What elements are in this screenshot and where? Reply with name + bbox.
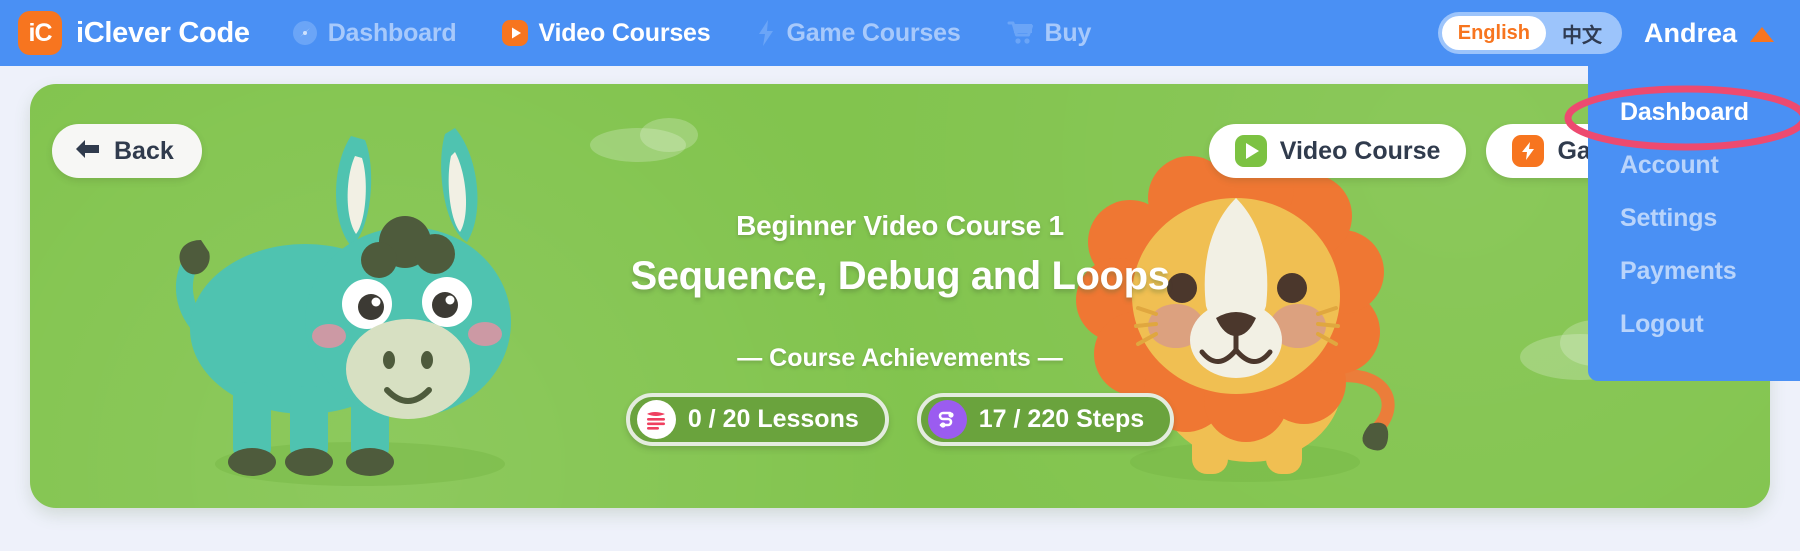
user-dropdown-menu: Dashboard Account Settings Payments Logo… [1564,66,1800,381]
steps-icon [927,400,967,439]
dropdown-item-account[interactable]: Account [1588,139,1800,192]
user-name: Andrea [1643,17,1737,48]
achievement-badges: 0 / 20 Lessons 17 / 220 Steps [30,393,1770,446]
lessons-badge[interactable]: 0 / 20 Lessons [625,393,889,446]
nav-items: Dashboard Video Courses Game Courses Buy [292,19,1138,48]
lessons-icon [636,400,676,439]
steps-badge-value: 17 / 220 Steps [978,405,1145,433]
bolt-icon [756,19,776,47]
nav-item-game-courses[interactable]: Game Courses [756,18,961,48]
cart-icon [1007,20,1035,46]
language-option-chinese[interactable]: 中文 [1546,16,1618,50]
cloud-decoration [640,118,698,152]
gauge-icon [292,20,318,46]
top-navigation-bar: iC iClever Code Dashboard Video Courses [0,0,1800,66]
video-course-button[interactable]: Video Course [1208,124,1467,178]
nav-item-buy[interactable]: Buy [1007,18,1092,48]
dropdown-item-payments-label: Payments [1620,257,1737,285]
dropdown-item-dashboard-label: Dashboard [1620,98,1749,126]
nav-item-video-courses-label: Video Courses [538,18,711,47]
nav-item-game-courses-label: Game Courses [786,18,961,47]
play-icon [1234,135,1267,167]
nav-item-dashboard-label: Dashboard [327,18,457,47]
dropdown-item-payments[interactable]: Payments [1588,245,1800,298]
back-button-label: Back [114,136,174,165]
lessons-badge-value: 0 / 20 Lessons [687,405,859,433]
course-hero-card: Back Video Course Game Course Beginner V… [30,84,1770,508]
nav-right-controls: English 中文 Andrea [1437,0,1788,66]
nav-item-buy-label: Buy [1044,18,1092,47]
arrow-left-icon [74,137,102,166]
language-option-english[interactable]: English [1441,16,1546,50]
dropdown-item-logout[interactable]: Logout [1588,298,1800,351]
iclever-logo-icon: iC [18,11,62,55]
language-toggle[interactable]: English 中文 [1437,12,1622,54]
dropdown-item-settings[interactable]: Settings [1588,192,1800,245]
back-button[interactable]: Back [52,124,202,178]
nav-item-dashboard[interactable]: Dashboard [292,19,457,48]
page-body: Back Video Course Game Course Beginner V… [0,66,1800,551]
steps-badge[interactable]: 17 / 220 Steps [916,393,1175,446]
play-icon [502,20,529,46]
user-menu-button[interactable]: Andrea [1644,18,1774,49]
bolt-icon [1512,135,1545,167]
video-course-button-label: Video Course [1279,136,1441,165]
dropdown-item-settings-label: Settings [1620,204,1718,232]
dropdown-item-dashboard[interactable]: Dashboard [1588,86,1800,139]
brand[interactable]: iC iClever Code [18,11,250,55]
caret-up-icon [1750,26,1774,42]
nav-item-video-courses[interactable]: Video Courses [502,18,711,48]
dropdown-item-account-label: Account [1620,151,1719,179]
brand-name: iClever Code [76,16,250,49]
dropdown-item-logout-label: Logout [1620,310,1704,338]
